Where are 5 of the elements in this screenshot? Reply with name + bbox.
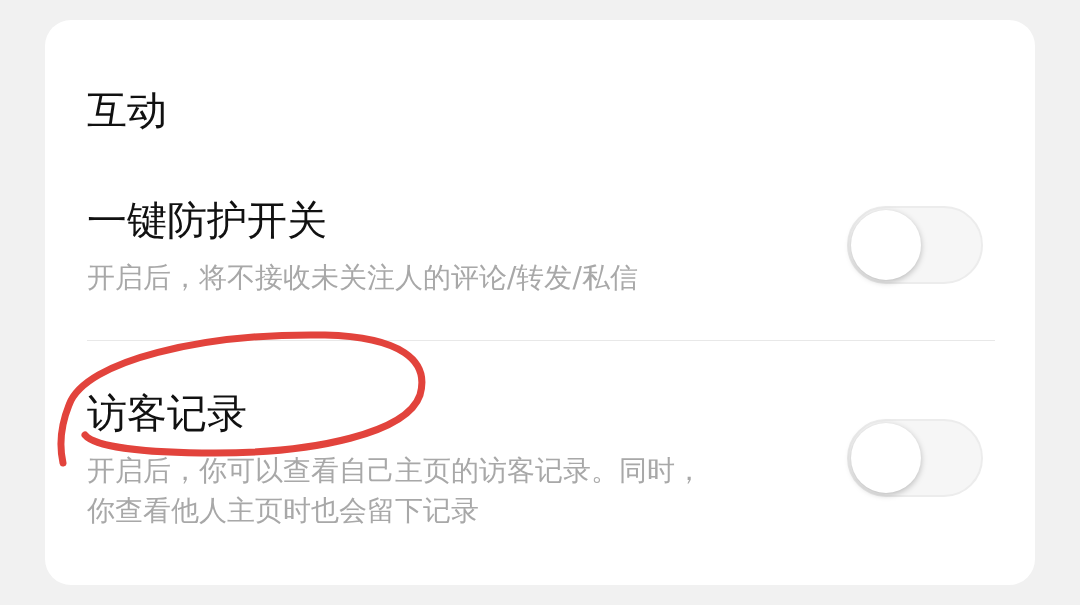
setting-description: 开启后，你可以查看自己主页的访客记录。同时，你查看他人主页时也会留下记录 <box>87 453 704 529</box>
setting-title: 访客记录 <box>87 389 248 438</box>
setting-description: 开启后，将不接收未关注人的评论/转发/私信 <box>87 260 638 296</box>
setting-title: 一键防护开关 <box>87 196 328 245</box>
section-title: 互动 <box>87 86 168 135</box>
